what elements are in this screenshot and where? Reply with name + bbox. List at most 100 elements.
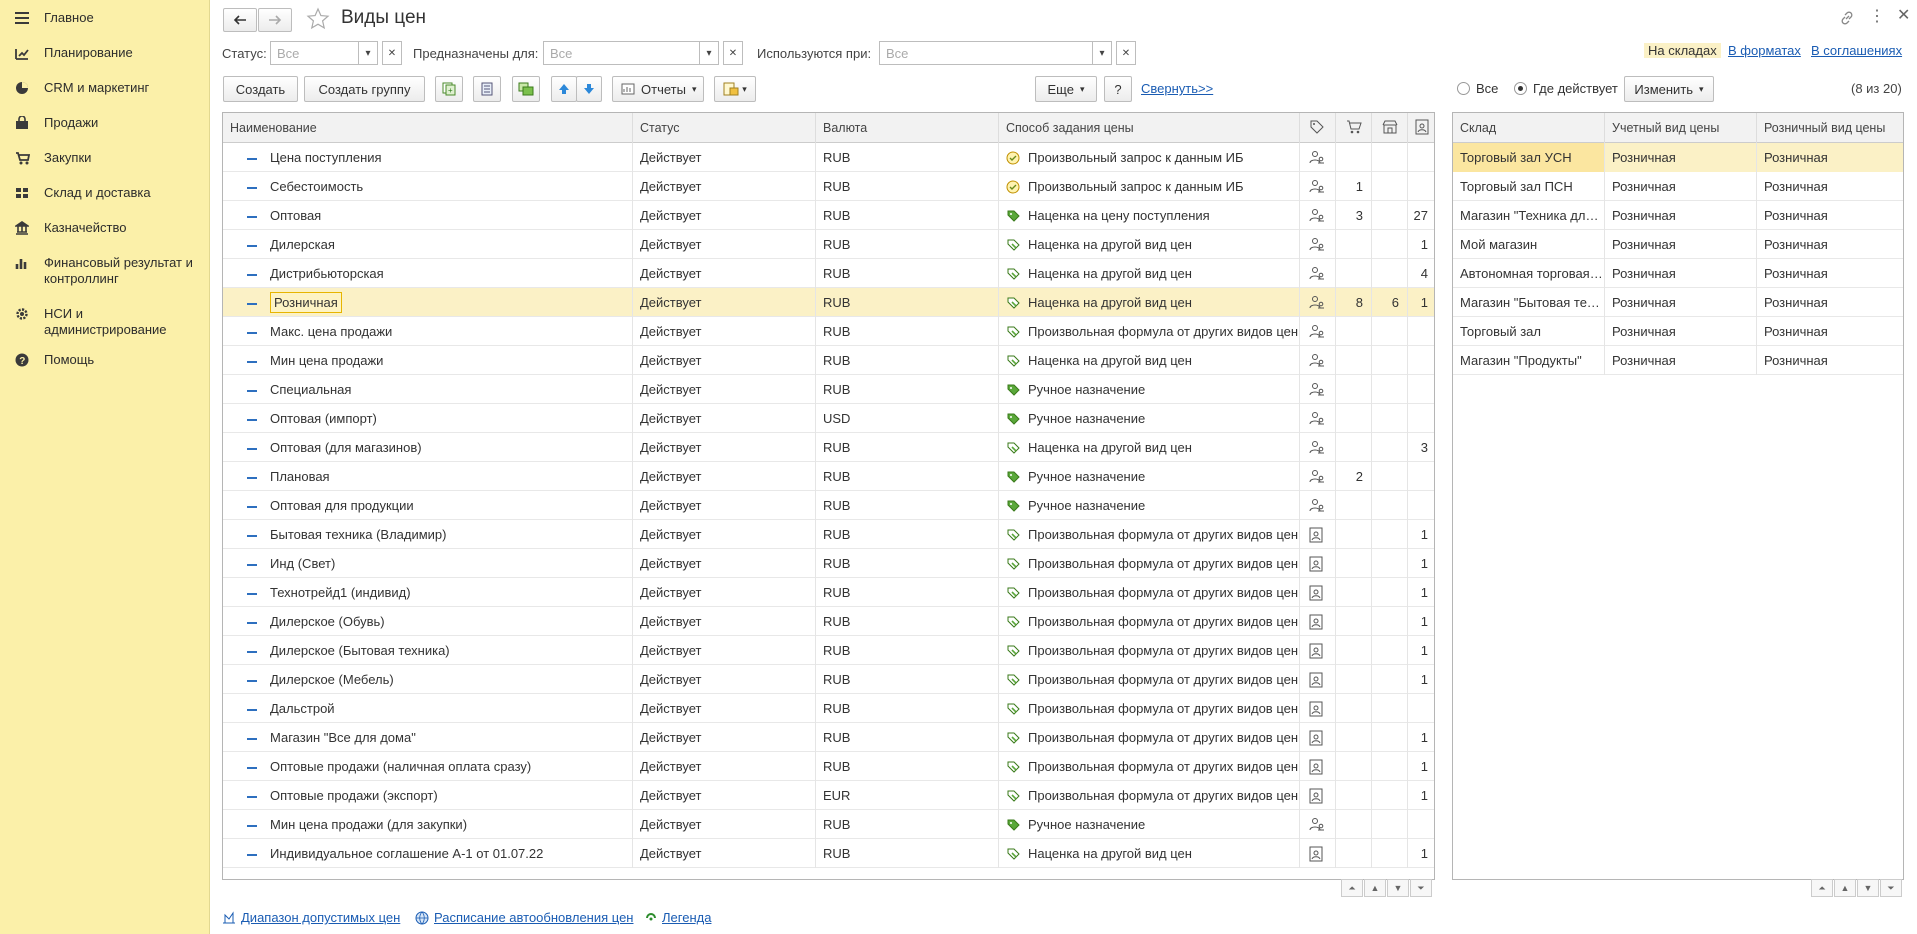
link-icon[interactable] (1839, 10, 1855, 26)
more-vertical-icon[interactable]: ⋮ (1869, 9, 1885, 25)
table-row[interactable]: Плановая Действует RUB Ручное назначение 2 (223, 462, 1434, 491)
copy-prices-button[interactable] (512, 76, 540, 102)
sidebar-item-7[interactable]: Финансовый результат и контроллинг (0, 255, 210, 287)
scroll-down-button[interactable]: ▼ (1387, 879, 1409, 897)
table-row[interactable]: Специальная Действует RUB Ручное назначение (223, 375, 1434, 404)
side-scroll-bottom-button[interactable]: ⏷ (1880, 879, 1902, 897)
table-row[interactable]: Дальстрой Действует RUB Произвольная формул… (223, 694, 1434, 723)
side-table-row[interactable]: Торговый зал Розничная Розничная (1453, 317, 1903, 346)
table-row[interactable]: Дилерская Действует RUB Наценка на другой в… (223, 230, 1434, 259)
table-row[interactable]: Оптовая для продукции Действует RUB Ручное … (223, 491, 1434, 520)
table-row[interactable]: Магазин "Все для дома" Действует RUB Произв… (223, 723, 1434, 752)
list-settings-button[interactable] (473, 76, 501, 102)
column-header-doc[interactable] (1408, 113, 1434, 143)
sidebar-item-3[interactable]: Продажи (0, 115, 210, 131)
table-row[interactable]: Макс. цена продажи Действует RUB Произвольн… (223, 317, 1434, 346)
purpose-dropdown-button[interactable]: ▾ (699, 41, 719, 65)
table-row[interactable]: Оптовая Действует RUB Наценка на цену посту… (223, 201, 1434, 230)
side-table-row[interactable]: Мой магазин Розничная Розничная (1453, 230, 1903, 259)
table-row[interactable]: Дилерское (Обувь) Действует RUB Произвольна… (223, 607, 1434, 636)
table-row[interactable]: Оптовые продажи (экспорт) Действует EUR Про… (223, 781, 1434, 810)
column-header-store[interactable] (1372, 113, 1408, 143)
side-table-row[interactable]: Торговый зал ПСН Розничная Розничная (1453, 172, 1903, 201)
more-button[interactable]: Еще ▾ (1035, 76, 1097, 102)
radio-all[interactable]: Все (1457, 81, 1498, 96)
status-dropdown-button[interactable]: ▾ (358, 41, 378, 65)
table-row[interactable]: Дистрибьюторская Действует RUB Наценка на д… (223, 259, 1434, 288)
side-table-row[interactable]: Автономная торговая точкаРозничнаяРознич… (1453, 259, 1903, 288)
sidebar-item-9[interactable]: ? Помощь (0, 352, 210, 368)
table-row[interactable]: Цена поступления Действует RUB Произвольный… (223, 143, 1434, 172)
close-icon[interactable]: ✕ (1897, 8, 1910, 24)
sidebar-item-6[interactable]: Казначейство (0, 220, 210, 236)
status-filter-input[interactable]: Все (270, 41, 370, 65)
table-row[interactable]: Оптовые продажи (наличная оплата сразу) Д… (223, 752, 1434, 781)
tab-agreements[interactable]: В соглашениях (1811, 43, 1902, 58)
create-button[interactable]: Создать (223, 76, 298, 102)
purpose-clear-button[interactable]: ✕ (723, 41, 743, 65)
table-row[interactable]: Инд (Свет) Действует RUB Произвольная форму… (223, 549, 1434, 578)
column-header-method[interactable]: Способ задания цены (999, 113, 1300, 143)
column-header-retail-price[interactable]: Розничный вид цены (1757, 113, 1903, 143)
schedule-link[interactable]: Расписание автообновления цен (415, 910, 633, 925)
scroll-up-button[interactable]: ▲ (1364, 879, 1386, 897)
price-range-link[interactable]: Диапазон допустимых цен (222, 910, 400, 925)
used-dropdown-button[interactable]: ▾ (1092, 41, 1112, 65)
side-table-row[interactable]: Торговый зал УСН Розничная Розничная (1453, 143, 1903, 172)
back-button[interactable] (223, 8, 257, 32)
cell-status: Действует (633, 172, 816, 201)
sidebar-item-8[interactable]: НСИ и администрирование (0, 306, 210, 338)
status-clear-button[interactable]: ✕ (382, 41, 402, 65)
move-down-button[interactable] (576, 76, 602, 102)
sidebar-item-4[interactable]: Закупки (0, 150, 210, 166)
sidebar-item-5[interactable]: Склад и доставка (0, 185, 210, 201)
side-table-row[interactable]: Магазин "Продукты" Розничная Розничная (1453, 346, 1903, 375)
scroll-top-button[interactable]: ⏶ (1341, 879, 1363, 897)
favorite-star-icon[interactable] (306, 7, 330, 31)
table-row[interactable]: Мин цена продажи Действует RUB Наценка на д… (223, 346, 1434, 375)
table-row[interactable]: Мин цена продажи (для закупки) Действует R… (223, 810, 1434, 839)
side-table-row[interactable]: Магазин "Техника для дома"РозничнаяРозни… (1453, 201, 1903, 230)
method-label: Произвольная формула от других видов цен (1028, 527, 1299, 542)
print-button[interactable]: ▾ (714, 76, 756, 102)
purpose-filter-input[interactable]: Все (543, 41, 711, 65)
scroll-bottom-button[interactable]: ⏷ (1410, 879, 1432, 897)
column-header-tag[interactable] (1300, 113, 1336, 143)
side-scroll-up-button[interactable]: ▲ (1834, 879, 1856, 897)
used-filter-input[interactable]: Все (879, 41, 1104, 65)
sidebar-item-1[interactable]: Планирование (0, 45, 210, 61)
table-row[interactable]: Бытовая техника (Владимир) Действует RUB Пр… (223, 520, 1434, 549)
copy-button[interactable]: + (435, 76, 463, 102)
legend-link[interactable]: Легенда (645, 910, 711, 925)
forward-button[interactable] (258, 8, 292, 32)
reports-button[interactable]: Отчеты ▾ (612, 76, 704, 102)
side-scroll-top-button[interactable]: ⏶ (1811, 879, 1833, 897)
column-header-account-price[interactable]: Учетный вид цены (1605, 113, 1757, 143)
sidebar-item-0[interactable]: Главное (0, 10, 210, 26)
used-clear-button[interactable]: ✕ (1116, 41, 1136, 65)
table-row[interactable]: Себестоимость Действует RUB Произвольный за… (223, 172, 1434, 201)
table-row[interactable]: Дилерское (Бытовая техника) Действует RUB П… (223, 636, 1434, 665)
table-row[interactable]: Оптовая (для магазинов) Действует RUB Нацен… (223, 433, 1434, 462)
table-row[interactable]: Дилерское (Мебель) Действует RUB Произвольн… (223, 665, 1434, 694)
sidebar-item-2[interactable]: CRM и маркетинг (0, 80, 210, 96)
column-header-warehouse[interactable]: Склад (1453, 113, 1605, 143)
side-scroll-down-button[interactable]: ▼ (1857, 879, 1879, 897)
side-table-row[interactable]: Магазин "Бытовая техника"РозничнаяРознич… (1453, 288, 1903, 317)
tab-warehouses[interactable]: На складах (1644, 43, 1721, 58)
column-header-name[interactable]: Наименование (223, 113, 633, 143)
create-group-button[interactable]: Создать группу (304, 76, 425, 102)
column-header-currency[interactable]: Валюта (816, 113, 999, 143)
collapse-link[interactable]: Свернуть>> (1141, 81, 1213, 96)
table-row[interactable]: Розничная Действует RUB Наценка на другой в… (223, 288, 1434, 317)
radio-active[interactable]: Где действует (1514, 81, 1618, 96)
tab-formats[interactable]: В форматах (1728, 43, 1801, 58)
help-button[interactable]: ? (1104, 76, 1132, 102)
change-button[interactable]: Изменить ▾ (1624, 76, 1714, 102)
table-row[interactable]: Технотрейд1 (индивид) Действует RUB Произво… (223, 578, 1434, 607)
column-header-status[interactable]: Статус (633, 113, 816, 143)
table-row[interactable]: Оптовая (импорт) Действует USD Ручное назна… (223, 404, 1434, 433)
move-up-button[interactable] (551, 76, 577, 102)
column-header-cart[interactable] (1336, 113, 1372, 143)
table-row[interactable]: Индивидуальное соглашение А-1 от 01.07.2… (223, 839, 1434, 868)
